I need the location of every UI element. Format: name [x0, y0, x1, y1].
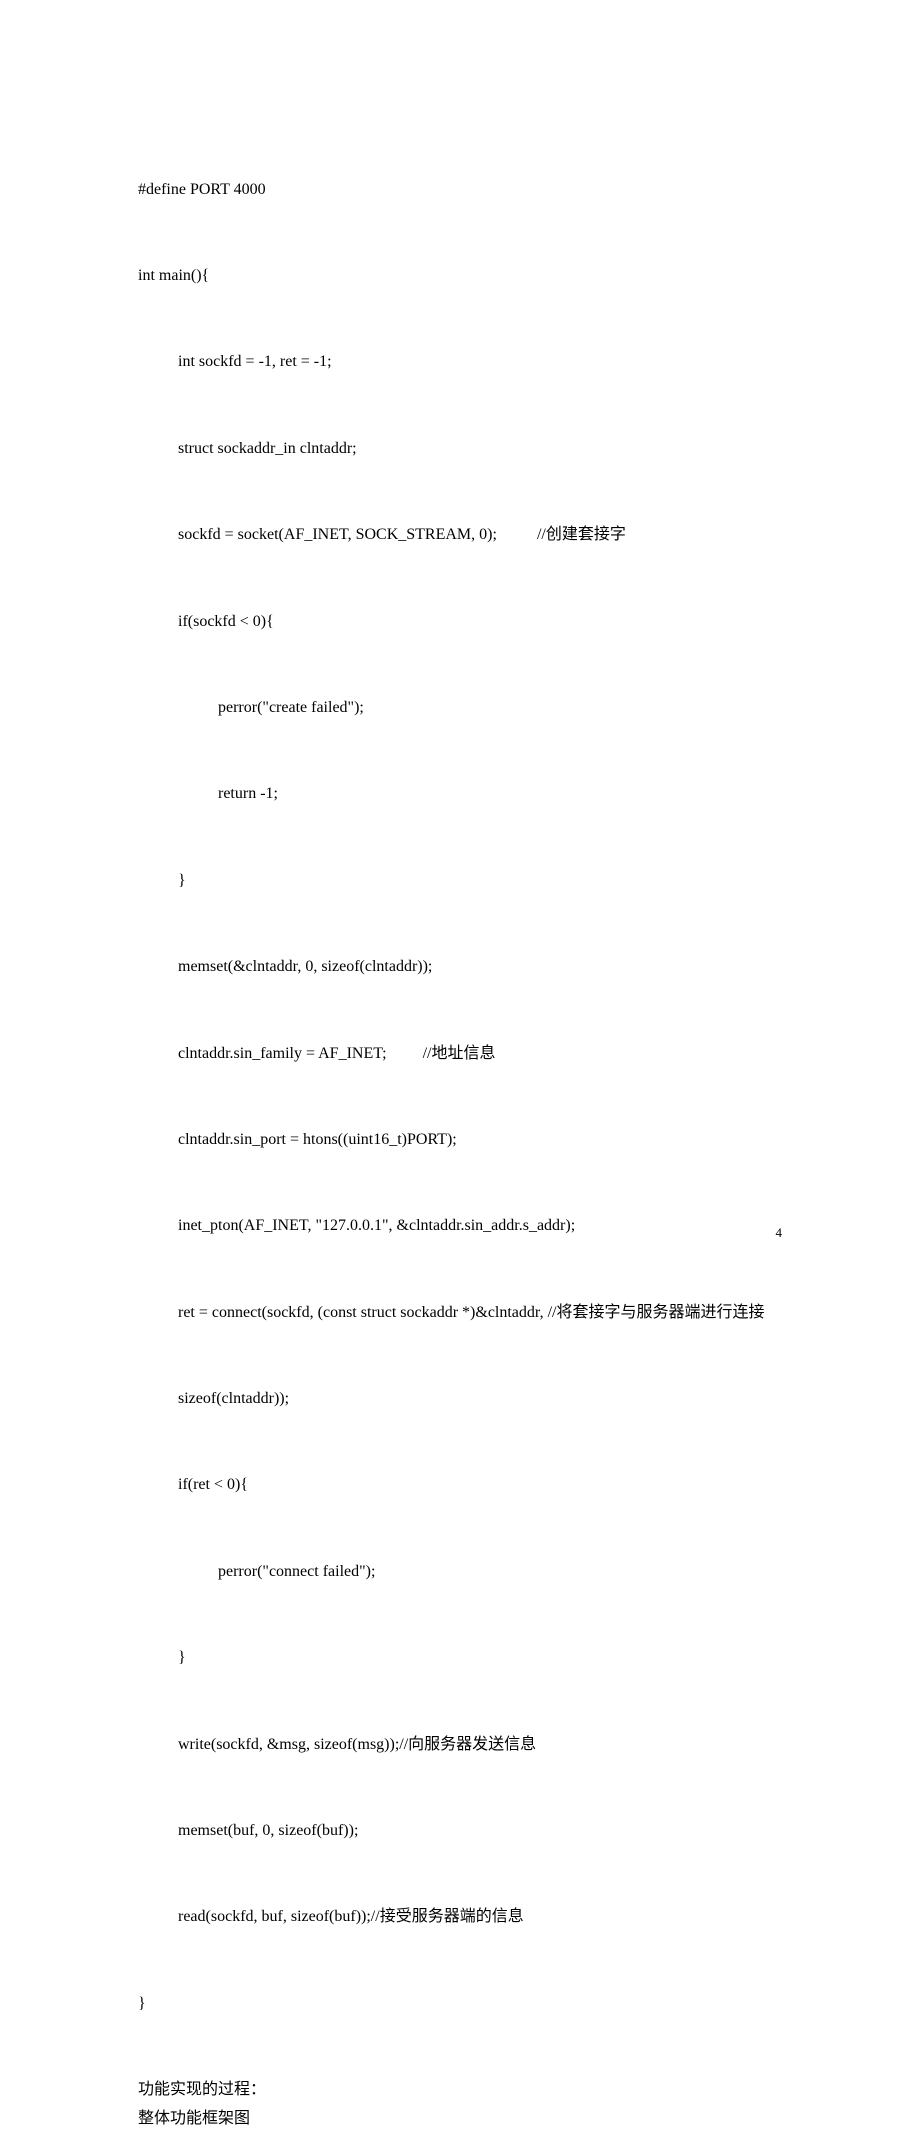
code-line: perror("create failed");	[138, 694, 782, 723]
code-line: read(sockfd, buf, sizeof(buf));//接受服务器端的…	[138, 1903, 782, 1932]
code-line: sizeof(clntaddr));	[138, 1385, 782, 1414]
footer-line: 功能实现的过程：	[138, 2076, 782, 2105]
code-line: clntaddr.sin_family = AF_INET; //地址信息	[138, 1040, 782, 1069]
page-number: 4	[776, 1221, 783, 1244]
code-line: }	[138, 1990, 782, 2019]
code-line: return -1;	[138, 780, 782, 809]
code-comment: //创建套接字	[537, 526, 626, 543]
code-line: #define PORT 4000	[138, 176, 782, 205]
code-line: ret = connect(sockfd, (const struct sock…	[138, 1299, 782, 1328]
code-line: int main(){	[138, 262, 782, 291]
code-line: sockfd = socket(AF_INET, SOCK_STREAM, 0)…	[138, 521, 782, 550]
code-line: if(ret < 0){	[138, 1471, 782, 1500]
document-content: #define PORT 4000 int main(){ int sockfd…	[0, 0, 920, 2134]
code-text: clntaddr.sin_family = AF_INET;	[178, 1045, 387, 1062]
code-line: struct sockaddr_in clntaddr;	[138, 435, 782, 464]
code-line: write(sockfd, &msg, sizeof(msg));//向服务器发…	[138, 1731, 782, 1760]
footer-line: 整体功能框架图	[138, 2105, 782, 2134]
code-line: inet_pton(AF_INET, "127.0.0.1", &clntadd…	[138, 1212, 782, 1241]
footer-text: 功能实现的过程： 整体功能框架图	[138, 2076, 782, 2134]
code-line: int sockfd = -1, ret = -1;	[138, 348, 782, 377]
code-block: #define PORT 4000 int main(){ int sockfd…	[138, 118, 782, 2076]
code-line: }	[138, 1644, 782, 1673]
code-text: sockfd = socket(AF_INET, SOCK_STREAM, 0)…	[178, 526, 497, 543]
code-comment: //地址信息	[423, 1045, 496, 1062]
code-line: perror("connect failed");	[138, 1558, 782, 1587]
code-line: clntaddr.sin_port = htons((uint16_t)PORT…	[138, 1126, 782, 1155]
code-line: memset(buf, 0, sizeof(buf));	[138, 1817, 782, 1846]
code-line: memset(&clntaddr, 0, sizeof(clntaddr));	[138, 953, 782, 982]
code-line: if(sockfd < 0){	[138, 608, 782, 637]
code-line: }	[138, 867, 782, 896]
